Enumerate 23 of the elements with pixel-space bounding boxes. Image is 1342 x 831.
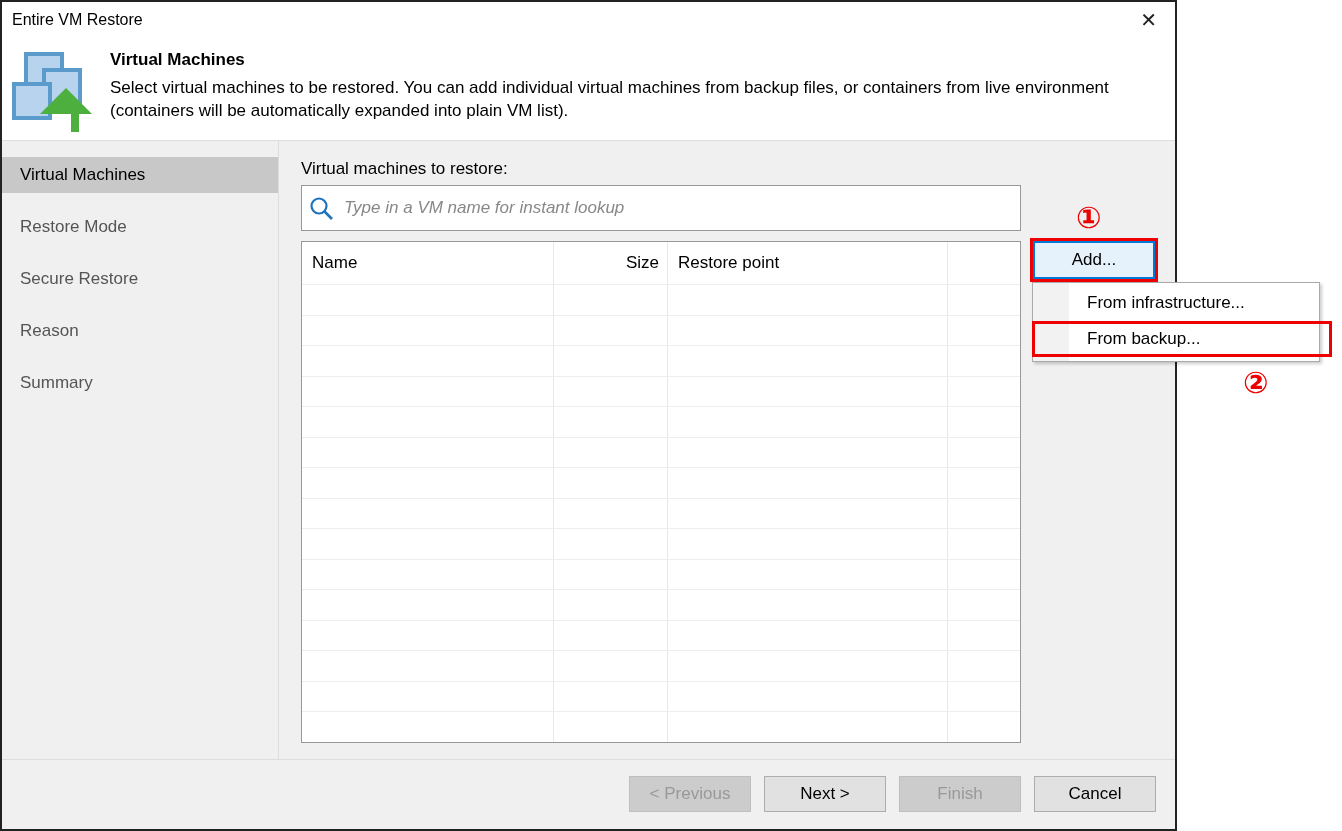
step-number: ① (1076, 203, 1102, 233)
add-button[interactable]: Add... (1033, 241, 1155, 280)
wizard-step[interactable]: Secure Restore (2, 261, 278, 298)
column-header[interactable]: Name (312, 253, 358, 273)
search-field[interactable]: Type in a VM name for instant lookup (301, 185, 1021, 232)
wizard-step[interactable]: Reason (2, 313, 278, 350)
step-number: ② (1243, 368, 1269, 398)
virtual-machines-restore-icon (12, 51, 92, 132)
column-header[interactable]: Restore point (678, 253, 780, 273)
wizard-step[interactable]: Summary (2, 365, 278, 402)
page-heading: Virtual Machines (110, 49, 246, 70)
wizard-button[interactable]: Next > (764, 776, 886, 813)
menu-item[interactable]: From infrastructure... (1033, 286, 1319, 320)
wizard-step[interactable]: Restore Mode (2, 209, 278, 246)
wizard-step[interactable]: Virtual Machines (2, 157, 278, 194)
column-header[interactable]: Size (625, 253, 659, 273)
page-description: Select virtual machines to be restored. You can add individual virtual machines from backup files, or containers from live environment (containers will be automatically expanded into plain VM list). (110, 76, 1110, 122)
close-button[interactable]: ✕ (1122, 7, 1175, 32)
search-icon (309, 196, 333, 221)
list-label: Virtual machines to restore: (301, 159, 509, 180)
window-title: Entire VM Restore (12, 10, 143, 29)
wizard-button[interactable]: Cancel (1034, 776, 1156, 813)
menu-item[interactable]: From backup... (1033, 322, 1331, 356)
